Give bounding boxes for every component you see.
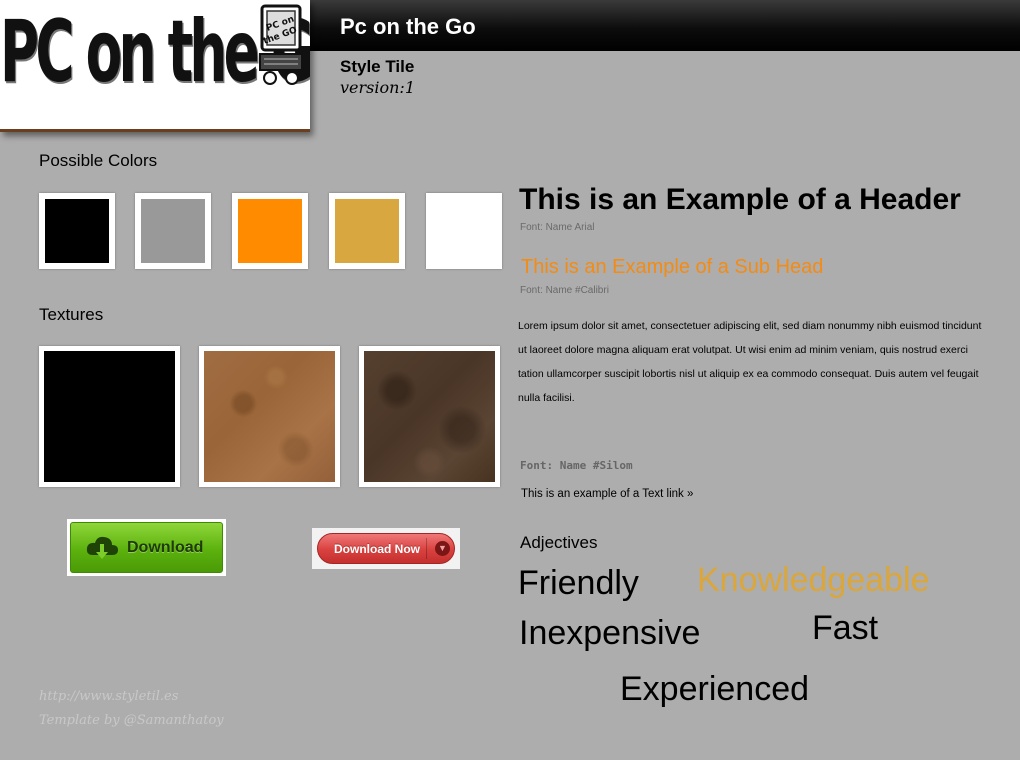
red-download-now-button[interactable]: Download Now ▼ [317, 533, 455, 564]
textures-section-label: Textures [39, 305, 104, 324]
adjective-fast: Fast [812, 609, 879, 647]
example-text-link[interactable]: This is an example of a Text link » [521, 488, 693, 500]
button-divider [426, 538, 427, 559]
credit-url: http://www.styletil.es [39, 689, 179, 704]
app-title: Pc on the Go [340, 14, 476, 39]
green-download-button-frame: Download [67, 519, 226, 576]
texture-black [39, 346, 180, 487]
texture-fill [364, 351, 495, 482]
chevron-down-icon: ▼ [435, 541, 450, 556]
example-header: This is an Example of a Header [519, 183, 961, 216]
green-download-label: Download [127, 538, 204, 556]
credit-author: Template by @Samanthatoy [39, 713, 224, 728]
color-chip [141, 199, 205, 263]
header-bar: Pc on the Go [310, 0, 1020, 51]
adjectives-label: Adjectives [520, 533, 598, 552]
header-font-note: Font: Name Arial [520, 222, 595, 233]
texture-cardboard [199, 346, 340, 487]
example-subhead: This is an Example of a Sub Head [521, 256, 824, 278]
colors-section-label: Possible Colors [39, 151, 158, 170]
color-chip [432, 199, 496, 263]
color-swatch-gray [135, 193, 211, 269]
red-download-label: Download Now [334, 541, 420, 556]
version-label: version:1 [340, 78, 415, 97]
adjective-friendly: Friendly [518, 564, 639, 602]
adjective-knowledgeable: Knowledgeable [697, 561, 930, 599]
color-chip [45, 199, 109, 263]
adjective-inexpensive: Inexpensive [519, 614, 701, 652]
subhead-font-note: Font: Name #Calibri [520, 285, 609, 296]
logo: PC on the GO PC on the GO [0, 0, 310, 132]
color-swatch-white [426, 193, 502, 269]
texture-fill [44, 351, 175, 482]
color-swatch-black [39, 193, 115, 269]
computer-icon: PC on the GO [259, 4, 303, 85]
adjective-experienced: Experienced [620, 670, 810, 708]
style-tile-title: Style Tile [340, 57, 415, 76]
example-body-text: Lorem ipsum dolor sit amet, consectetuer… [518, 320, 982, 404]
texture-leather [359, 346, 500, 487]
red-download-button-frame: Download Now ▼ [312, 528, 460, 569]
body-font-note: Font: Name #Silom [520, 459, 633, 472]
color-swatch-gold [329, 193, 405, 269]
texture-fill [204, 351, 335, 482]
color-chip [238, 199, 302, 263]
green-download-button[interactable]: Download [70, 522, 223, 573]
color-swatch-orange [232, 193, 308, 269]
color-chip [335, 199, 399, 263]
cloud-download-icon [86, 536, 118, 559]
